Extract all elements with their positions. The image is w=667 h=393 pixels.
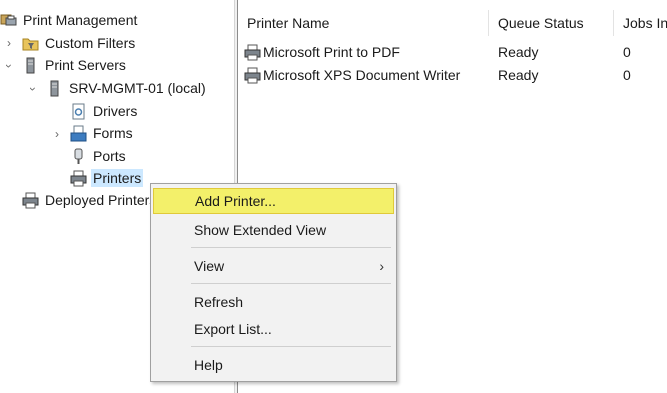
- collapse-chevron-icon[interactable]: ›: [26, 83, 40, 95]
- tree-label: Custom Filters: [45, 35, 136, 51]
- collapse-chevron-icon[interactable]: ›: [2, 60, 16, 72]
- menu-item-show-extended-view[interactable]: Show Extended View: [153, 217, 394, 243]
- submenu-arrow-icon: ›: [379, 258, 384, 274]
- menu-separator: [191, 247, 391, 248]
- tree-label: Drivers: [93, 103, 138, 119]
- queue-status: Ready: [498, 67, 539, 83]
- tree-node-printers[interactable]: Printers: [70, 167, 144, 189]
- printer-name: Microsoft XPS Document Writer: [263, 67, 461, 83]
- port-icon: [70, 148, 87, 165]
- column-header-queue-status[interactable]: Queue Status: [489, 10, 613, 36]
- expand-chevron-icon[interactable]: ›: [51, 127, 63, 141]
- print-management-icon: [0, 12, 17, 29]
- tree-label: Print Management: [23, 12, 138, 28]
- tree-node-custom-filters[interactable]: Custom Filters: [22, 32, 137, 54]
- printer-icon: [244, 44, 261, 61]
- column-header-printer-name[interactable]: Printer Name: [238, 10, 488, 36]
- menu-separator: [191, 283, 391, 284]
- table-row[interactable]: Microsoft XPS Document Writer Ready 0: [238, 64, 667, 86]
- tree-node-print-servers[interactable]: Print Servers: [22, 54, 128, 76]
- jobs-in: 0: [623, 44, 631, 60]
- tree-label: Ports: [93, 148, 126, 164]
- printer-icon: [70, 170, 87, 187]
- context-menu: Add Printer... Show Extended View View ›…: [150, 183, 397, 382]
- menu-item-help[interactable]: Help: [153, 352, 394, 378]
- menu-item-refresh[interactable]: Refresh: [153, 289, 394, 315]
- driver-document-icon: [70, 103, 87, 120]
- table-row[interactable]: Microsoft Print to PDF Ready 0: [238, 41, 667, 63]
- column-header-jobs-in[interactable]: Jobs In: [614, 10, 667, 36]
- tree-label: Deployed Printers: [45, 192, 157, 208]
- filter-folder-icon: [22, 35, 39, 52]
- menu-item-export-list[interactable]: Export List...: [153, 316, 394, 342]
- tree-label: Print Servers: [45, 57, 126, 73]
- printer-name: Microsoft Print to PDF: [263, 44, 400, 60]
- queue-status: Ready: [498, 44, 539, 60]
- menu-item-add-printer[interactable]: Add Printer...: [153, 188, 394, 214]
- expand-chevron-icon[interactable]: ›: [3, 36, 15, 50]
- jobs-in: 0: [623, 67, 631, 83]
- tree-node-drivers[interactable]: Drivers: [70, 100, 139, 122]
- tree-node-ports[interactable]: Ports: [70, 145, 128, 167]
- tree-label: Forms: [93, 125, 133, 141]
- forms-icon: [70, 125, 87, 142]
- tree-node-server[interactable]: SRV-MGMT-01 (local): [46, 77, 208, 99]
- tree-label: SRV-MGMT-01 (local): [69, 80, 206, 96]
- menu-item-view[interactable]: View ›: [153, 253, 394, 279]
- tree-label: Printers: [91, 169, 144, 187]
- printer-icon: [244, 67, 261, 84]
- server-icon: [46, 80, 63, 97]
- server-icon: [22, 57, 39, 74]
- tree-node-deployed-printers[interactable]: Deployed Printers: [22, 189, 158, 211]
- menu-separator: [191, 346, 391, 347]
- tree-node-print-management[interactable]: Print Management: [0, 9, 139, 31]
- tree-node-forms[interactable]: Forms: [70, 122, 135, 144]
- printer-icon: [22, 192, 39, 209]
